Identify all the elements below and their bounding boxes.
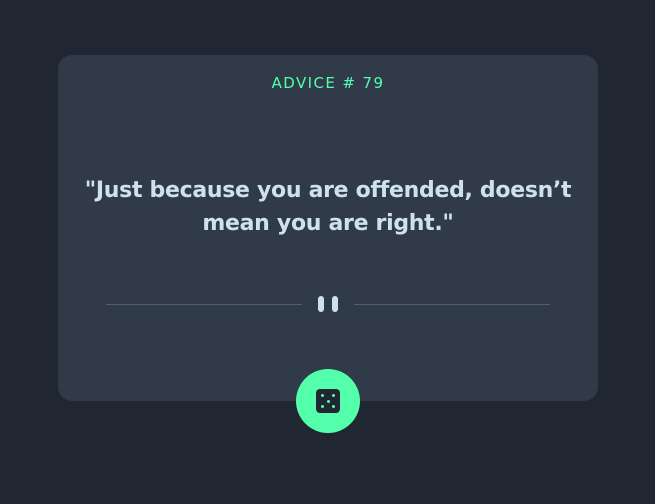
generate-advice-button[interactable] [296, 369, 360, 433]
divider [106, 294, 550, 314]
divider-line-left [106, 304, 302, 305]
advice-card: ADVICE # 79 "Just because you are offend… [58, 55, 598, 401]
dice-icon [316, 389, 340, 413]
advice-id-label: ADVICE # 79 [271, 74, 385, 92]
advice-quote: "Just because you are offended, doesn’t … [84, 178, 572, 236]
pause-icon [318, 296, 338, 312]
divider-line-right [354, 304, 550, 305]
